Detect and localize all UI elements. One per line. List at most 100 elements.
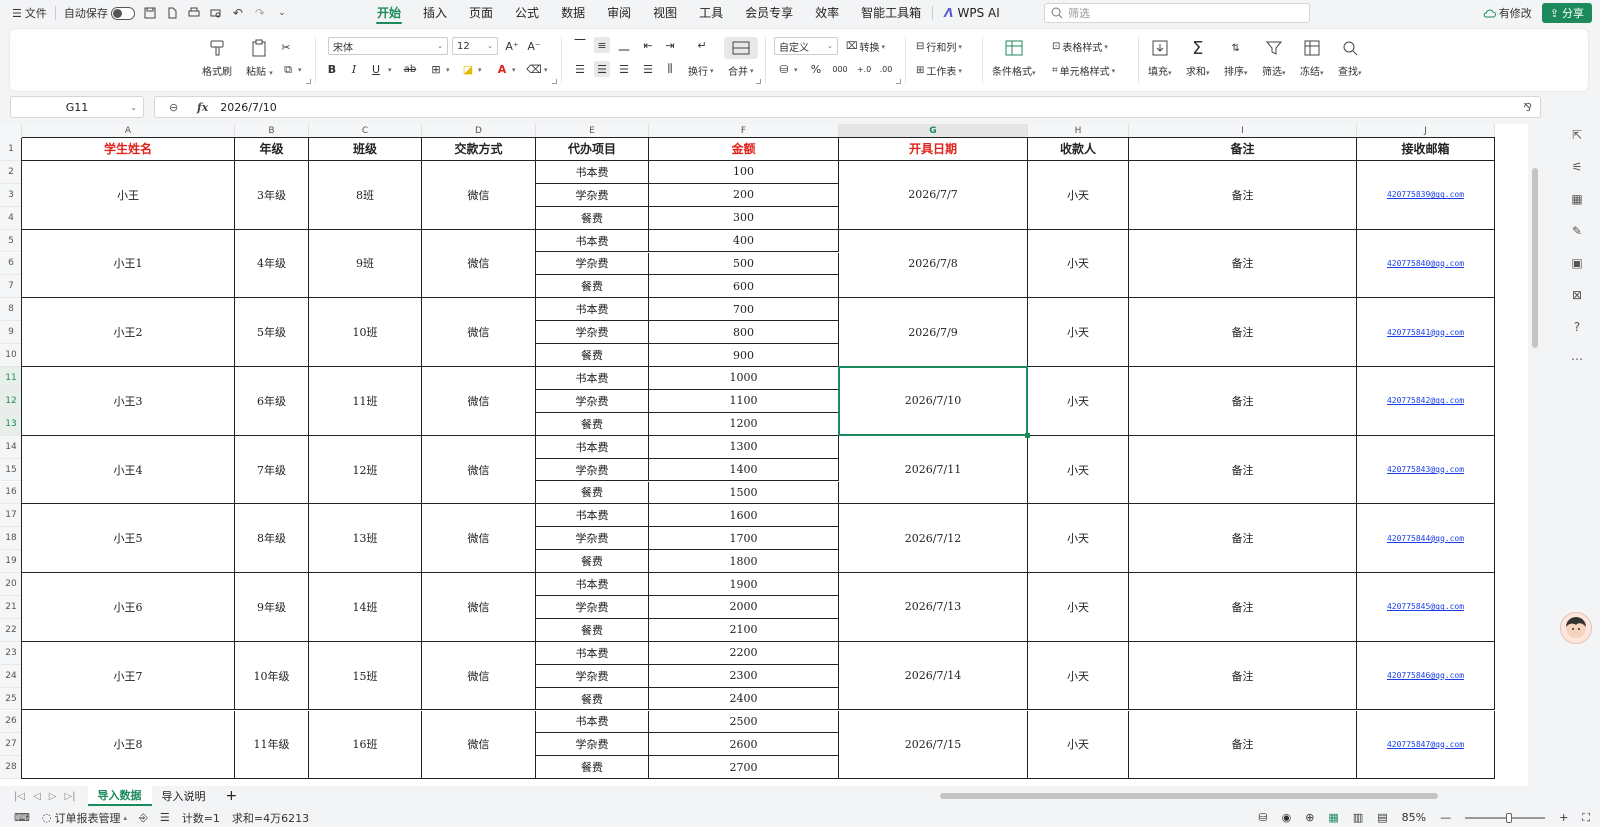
cross-view-icon[interactable]: ⊕ [1305,811,1314,824]
table-cell[interactable]: 1400 [649,458,839,482]
spreadsheet-grid[interactable]: A B C D E F G H I J 1 2 3 4 5 6 7 8 9 10 11 12 13 14 15 16 17 18 19 2… [0,124,1528,786]
merge-cells-button[interactable]: 合并 ▾ [728,63,754,79]
table-cell[interactable]: 餐费 [536,275,649,299]
table-cell[interactable]: 微信 [422,573,536,642]
table-cell[interactable]: 备注 [1129,504,1357,574]
header-cell[interactable]: 年级 [235,138,309,161]
align-right-icon[interactable]: ☰ [616,61,632,77]
table-cell[interactable]: 微信 [422,641,536,711]
table-cell[interactable]: 书本费 [536,710,649,734]
undo-icon[interactable]: ↶ [231,6,245,20]
clipboard-dialog-launcher[interactable] [306,79,311,84]
convert-button[interactable]: ⌧ 转换 ▾ [846,39,885,54]
table-cell[interactable]: 1600 [649,504,839,528]
indent-increase-icon[interactable]: ⇥ [662,37,678,53]
email-link[interactable]: 420775840@qq.com [1357,229,1495,299]
row-header[interactable]: 15 [0,458,22,482]
table-cell[interactable]: 书本费 [536,641,649,665]
sheet-tab-import-data[interactable]: 导入数据 [87,786,152,806]
table-cell[interactable]: 16班 [309,710,422,780]
increase-decimal-button[interactable]: +.0 [856,61,872,77]
table-cell[interactable]: 小天 [1028,573,1129,642]
table-cell[interactable]: 小天 [1028,641,1129,711]
font-increase-icon[interactable]: A⁺ [504,38,520,54]
email-link[interactable]: 420775847@qq.com [1357,710,1495,780]
table-cell[interactable]: 4年级 [235,229,309,299]
column-header[interactable]: F [649,124,839,138]
table-cell[interactable]: 餐费 [536,344,649,367]
fullscreen-icon[interactable]: ⛶ [1582,811,1590,825]
table-cell[interactable]: 10班 [309,298,422,367]
row-header[interactable]: 6 [0,252,22,276]
next-sheet-icon[interactable]: ▷ [49,791,57,802]
table-cell[interactable]: 8年级 [235,504,309,574]
header-cell[interactable]: 交款方式 [422,138,536,161]
table-icon[interactable]: ▦ [1568,190,1586,208]
header-cell[interactable]: 金额 [649,138,839,161]
table-cell[interactable]: 12班 [309,435,422,505]
rows-cols-button[interactable]: ⊟ 行和列 ▾ [916,39,962,54]
tab-view[interactable]: 视图 [642,0,688,26]
print-preview-icon[interactable] [209,6,223,20]
table-cell[interactable]: 2200 [649,641,839,665]
table-cell[interactable]: 备注 [1129,641,1357,711]
table-cell[interactable]: 1100 [649,389,839,413]
column-header[interactable]: A [22,124,235,138]
table-cell[interactable]: 小王 [22,160,235,230]
italic-button[interactable]: I [346,61,362,77]
justify-icon[interactable]: ☰ [640,61,656,77]
row-header[interactable]: 25 [0,687,22,711]
table-cell[interactable]: 14班 [309,573,422,642]
row-header[interactable]: 20 [0,573,22,596]
table-cell[interactable]: 备注 [1129,367,1357,436]
table-cell[interactable]: 微信 [422,229,536,299]
tab-data[interactable]: 数据 [550,0,596,26]
row-header[interactable]: 28 [0,756,22,780]
table-cell[interactable]: 900 [649,344,839,367]
wrap-text-icon[interactable]: ↵ [694,37,710,53]
table-cell[interactable]: 学杂费 [536,664,649,688]
table-cell[interactable]: 200 [649,183,839,207]
row-header[interactable]: 27 [0,733,22,757]
table-cell[interactable]: 700 [649,298,839,322]
zoom-icon[interactable]: ⊖ [169,101,183,114]
conditional-format-button[interactable]: 条件格式▾ [992,37,1036,78]
table-cell[interactable]: 9班 [309,229,422,299]
prev-sheet-icon[interactable]: ◁ [33,791,41,802]
row-header[interactable]: 9 [0,321,22,345]
select-icon[interactable]: ⇱ [1568,126,1586,144]
table-cell[interactable]: 2600 [649,733,839,757]
column-header[interactable]: C [309,124,422,138]
row-header[interactable]: 22 [0,618,22,642]
backup-icon[interactable]: ⛁ [1258,811,1267,824]
distribute-icon[interactable]: ⫼ [662,61,678,77]
assistant-avatar[interactable] [1560,612,1592,644]
pin-icon[interactable]: ✎ [1568,222,1586,240]
email-link[interactable]: 420775841@qq.com [1357,298,1495,367]
audit-icon[interactable]: ⊠ [1568,286,1586,304]
column-header[interactable]: G [839,124,1028,138]
scroll-thumb[interactable] [1532,168,1538,348]
zoom-in-icon[interactable]: + [1559,811,1568,824]
tab-efficiency[interactable]: 效率 [804,0,850,26]
email-link[interactable]: 420775845@qq.com [1357,573,1495,642]
table-style-button[interactable]: ⊡ 表格样式 ▾ [1052,39,1108,54]
table-cell[interactable]: 2026/7/15 [839,710,1028,780]
table-cell[interactable]: 小天 [1028,367,1129,436]
thousands-separator-button[interactable]: 000 [832,61,848,77]
format-painter-button[interactable]: 格式刷 [202,37,232,78]
fill-color-icon[interactable]: ◪ [460,61,476,77]
column-header[interactable]: E [536,124,649,138]
table-cell[interactable]: 2700 [649,756,839,780]
zoom-out-icon[interactable]: — [1440,811,1451,824]
table-cell[interactable]: 15班 [309,641,422,711]
tab-member[interactable]: 会员专享 [734,0,804,26]
number-format-select[interactable]: 自定义 ⌄ [774,37,838,55]
table-cell[interactable]: 13班 [309,504,422,574]
function-icon[interactable]: fx [197,101,208,114]
first-sheet-icon[interactable]: |◁ [14,791,25,802]
alignment-dialog-launcher[interactable] [756,79,761,84]
vertical-scrollbar[interactable] [1528,138,1542,786]
table-cell[interactable]: 300 [649,206,839,230]
table-cell[interactable]: 600 [649,275,839,299]
